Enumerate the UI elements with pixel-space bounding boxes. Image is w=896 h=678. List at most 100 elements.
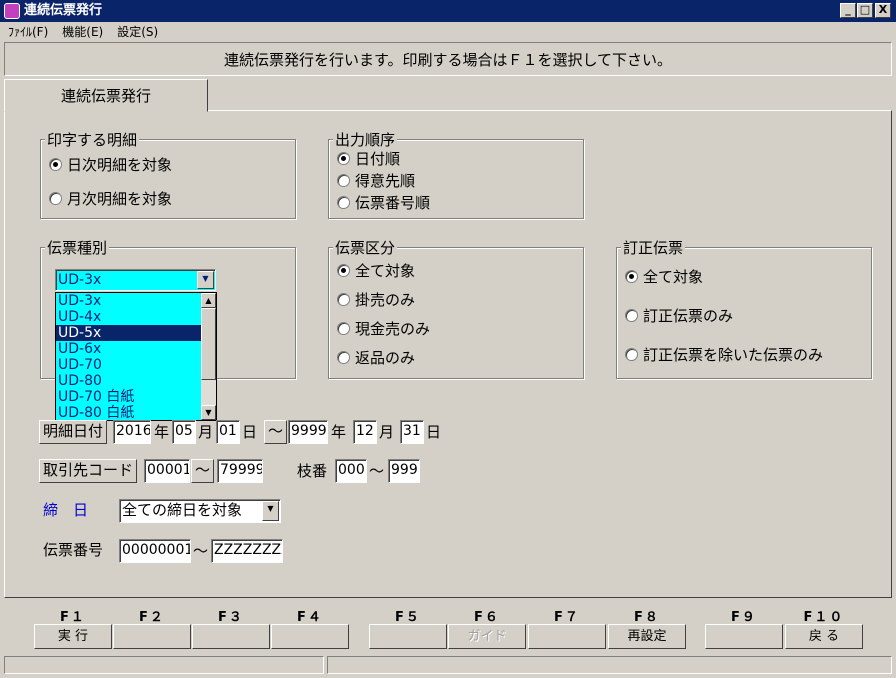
f7-button[interactable] <box>528 624 606 649</box>
output-order-group: 出力順序 日付順 得意先順 伝票番号順 <box>328 129 584 219</box>
fkey-label-f7: F７ <box>554 610 580 625</box>
to-year-input[interactable]: 9999 <box>288 420 328 444</box>
fkey-label-f4: F４ <box>297 610 323 625</box>
list-item[interactable]: UD-80 <box>56 373 201 389</box>
list-item[interactable]: UD-4x <box>56 309 201 325</box>
menu-file[interactable]: ﾌｧｲﾙ(F) <box>0 22 54 40</box>
instruction-message: 連続伝票発行を行います。印刷する場合はＦ１を選択して下さい。 <box>4 42 892 76</box>
radio-icon[interactable] <box>337 196 350 209</box>
slip-number-from-input[interactable]: 00000001 <box>119 539 191 563</box>
from-year-input[interactable]: 2016 <box>113 420 151 444</box>
fkey-label-f5: F５ <box>395 610 421 625</box>
radio-icon[interactable] <box>337 152 350 165</box>
maximize-button[interactable]: □ <box>857 3 873 18</box>
f8-reset-button[interactable]: 再設定 <box>608 624 686 649</box>
output-order-customer[interactable]: 得意先順 <box>337 172 415 190</box>
slip-type-legend: 伝票種別 <box>45 237 110 258</box>
f3-button[interactable] <box>192 624 270 649</box>
chevron-down-icon[interactable]: ▼ <box>197 271 214 289</box>
list-item[interactable]: UD-6x <box>56 341 201 357</box>
menu-settings[interactable]: 設定(S) <box>109 22 164 40</box>
menu-function[interactable]: 機能(E) <box>54 22 109 40</box>
output-order-slip-no[interactable]: 伝票番号順 <box>337 194 430 212</box>
fkey-label-f3: F３ <box>218 610 244 625</box>
radio-icon[interactable] <box>625 309 638 322</box>
scroll-down-icon[interactable]: ▼ <box>201 405 216 420</box>
fkey-label-f10: F１０ <box>803 610 845 625</box>
output-order-date[interactable]: 日付順 <box>337 150 400 168</box>
customer-tilde: ～ <box>191 459 215 483</box>
slip-number-tilde: ～ <box>193 542 209 560</box>
f4-button[interactable] <box>271 624 349 649</box>
day-label: 日 <box>242 423 258 441</box>
correction-legend: 訂正伝票 <box>621 237 686 258</box>
list-item[interactable]: UD-80 白紙 <box>56 405 201 420</box>
f6-guide-button[interactable]: ガイド <box>448 624 526 649</box>
radio-icon[interactable] <box>49 192 62 205</box>
from-month-input[interactable]: 05 <box>172 420 196 444</box>
f1-execute-button[interactable]: 実 行 <box>34 624 112 649</box>
list-item[interactable]: UD-70 <box>56 357 201 373</box>
slip-class-legend: 伝票区分 <box>333 237 398 258</box>
slip-class-cash[interactable]: 現金売のみ <box>337 320 430 338</box>
slip-type-items: UD-3x UD-4x UD-5x UD-6x UD-70 UD-80 UD-7… <box>56 293 201 420</box>
from-day-input[interactable]: 01 <box>216 420 240 444</box>
branch-tilde: ～ <box>369 462 385 480</box>
slip-class-credit[interactable]: 掛売のみ <box>337 291 415 309</box>
to-month-input[interactable]: 12 <box>353 420 377 444</box>
print-detail-monthly[interactable]: 月次明細を対象 <box>49 190 172 208</box>
customer-to-input[interactable]: 79999 <box>217 459 263 483</box>
correction-group: 訂正伝票 全て対象 訂正伝票のみ 訂正伝票を除いた伝票のみ <box>616 237 872 379</box>
slip-class-return[interactable]: 返品のみ <box>337 349 415 367</box>
customer-code-label: 取引先コード <box>39 459 138 483</box>
day-label: 日 <box>426 423 442 441</box>
radio-icon[interactable] <box>337 322 350 335</box>
year-label: 年 <box>154 423 170 441</box>
correction-only[interactable]: 訂正伝票のみ <box>625 307 733 325</box>
status-bar-left <box>4 656 324 674</box>
app-icon[interactable] <box>4 3 20 19</box>
tab-continuous-slip[interactable]: 連続伝票発行 <box>4 79 208 112</box>
f10-back-button[interactable]: 戻 る <box>785 624 863 649</box>
print-detail-legend: 印字する明細 <box>45 129 140 150</box>
radio-icon[interactable] <box>625 348 638 361</box>
slip-number-label: 伝票番号 <box>43 541 104 559</box>
branch-from-input[interactable]: 000 <box>335 459 367 483</box>
radio-icon[interactable] <box>337 293 350 306</box>
scroll-thumb[interactable] <box>201 308 216 380</box>
list-item[interactable]: UD-3x <box>56 293 201 309</box>
slip-number-to-input[interactable]: ZZZZZZZZ <box>211 539 283 563</box>
radio-icon[interactable] <box>337 264 350 277</box>
correction-excluded[interactable]: 訂正伝票を除いた伝票のみ <box>625 346 823 364</box>
branch-to-input[interactable]: 999 <box>388 459 420 483</box>
year-label: 年 <box>331 423 347 441</box>
list-item[interactable]: UD-5x <box>56 325 201 341</box>
slip-type-scrollbar[interactable]: ▲ ▼ <box>201 293 216 420</box>
month-label: 月 <box>198 423 214 441</box>
minimize-button[interactable]: _ <box>840 3 856 18</box>
f5-button[interactable] <box>369 624 447 649</box>
radio-icon[interactable] <box>337 351 350 364</box>
fkey-label-f1: F１ <box>60 610 86 625</box>
close-button[interactable]: X <box>875 3 891 18</box>
closing-day-label: 締 日 <box>43 501 89 519</box>
to-day-input[interactable]: 31 <box>400 420 424 444</box>
status-bar-right <box>327 656 892 674</box>
f2-button[interactable] <box>113 624 191 649</box>
radio-icon[interactable] <box>337 174 350 187</box>
print-detail-daily[interactable]: 日次明細を対象 <box>49 156 172 174</box>
slip-class-all[interactable]: 全て対象 <box>337 262 415 280</box>
slip-type-select[interactable]: UD-3x ▼ <box>55 269 216 291</box>
fkey-label-f8: F８ <box>634 610 660 625</box>
radio-icon[interactable] <box>625 270 638 283</box>
detail-date-label: 明細日付 <box>39 420 108 444</box>
correction-all[interactable]: 全て対象 <box>625 268 703 286</box>
menu-bar: ﾌｧｲﾙ(F) 機能(E) 設定(S) <box>0 22 896 40</box>
f9-button[interactable] <box>705 624 783 649</box>
chevron-down-icon[interactable]: ▼ <box>262 501 279 521</box>
list-item[interactable]: UD-70 白紙 <box>56 389 201 405</box>
closing-day-select[interactable]: 全ての締日を対象 ▼ <box>119 499 281 523</box>
radio-icon[interactable] <box>49 158 62 171</box>
customer-from-input[interactable]: 00001 <box>144 459 190 483</box>
scroll-up-icon[interactable]: ▲ <box>201 293 216 308</box>
